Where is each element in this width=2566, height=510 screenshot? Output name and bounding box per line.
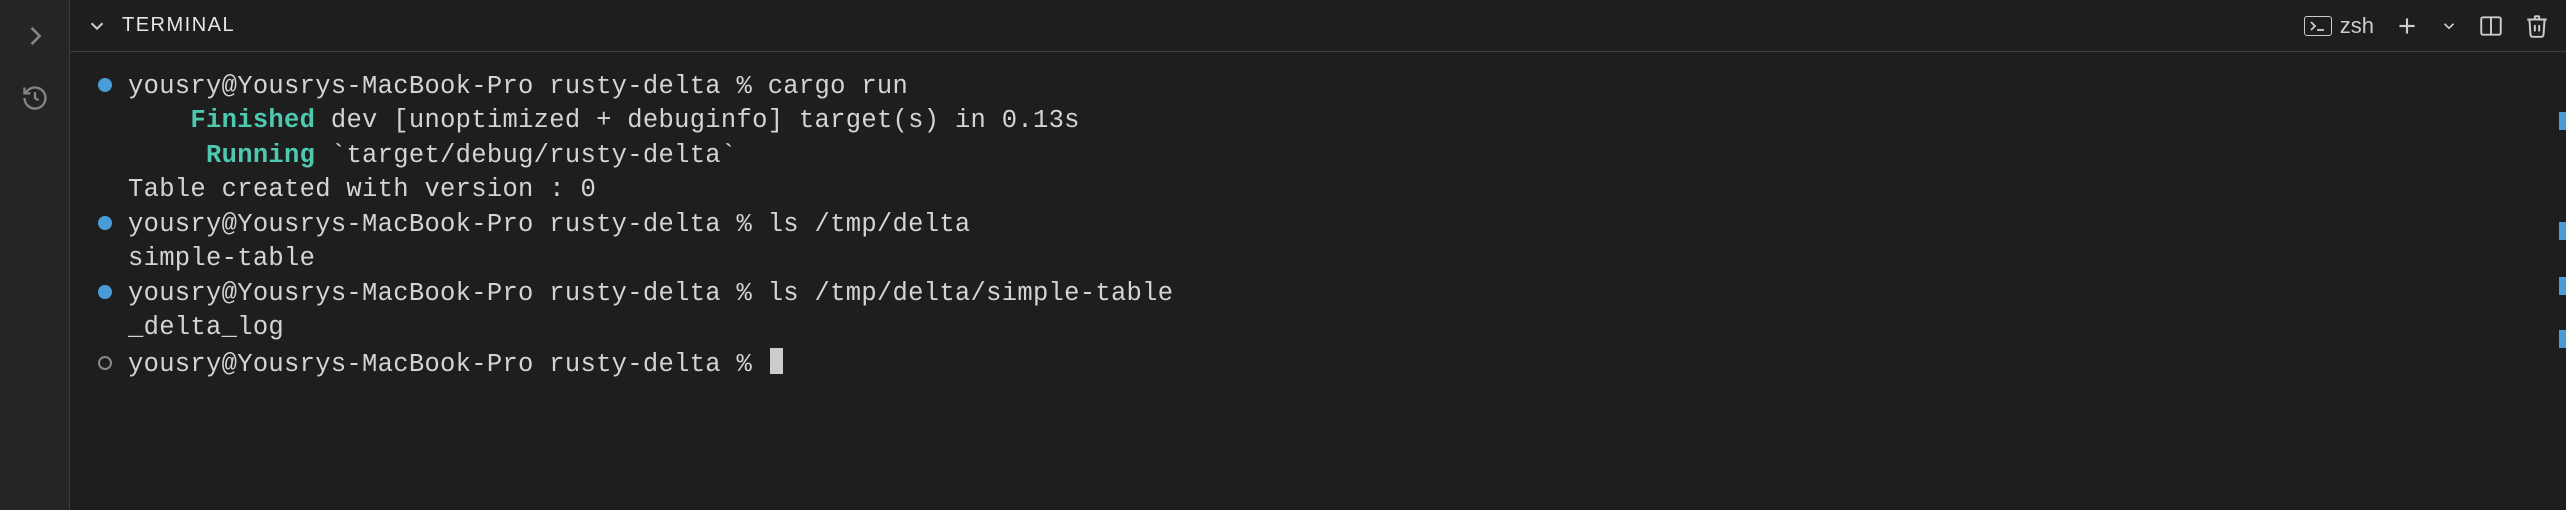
prompt-pending-icon: [98, 356, 112, 370]
chevron-down-icon[interactable]: [2440, 13, 2458, 39]
new-terminal-icon[interactable]: [2394, 13, 2420, 39]
overview-mark: [2559, 112, 2566, 130]
shell-selector[interactable]: zsh: [2304, 13, 2374, 39]
activity-gutter: [0, 0, 70, 510]
shell-name: zsh: [2340, 13, 2374, 39]
overview-mark: [2559, 330, 2566, 348]
terminal-text: `target/debug/rusty-delta`: [315, 139, 736, 173]
terminal-text: dev [unoptimized + debuginfo] target(s) …: [315, 104, 1080, 138]
terminal-text: simple-table: [128, 242, 315, 276]
trash-icon[interactable]: [2524, 13, 2550, 39]
overview-mark: [2559, 222, 2566, 240]
cursor-icon: [770, 348, 783, 374]
history-icon[interactable]: [19, 82, 51, 114]
terminal-line: yousry@Yousrys-MacBook-Pro rusty-delta %: [98, 345, 2538, 382]
terminal-text: yousry@Yousrys-MacBook-Pro rusty-delta %…: [128, 208, 971, 242]
terminal-line: Running `target/debug/rusty-delta`: [98, 139, 2538, 173]
terminal-line: _delta_log: [98, 311, 2538, 345]
panel-header: TERMINAL zsh: [70, 0, 2566, 52]
prompt-success-icon: [98, 216, 112, 230]
terminal-text: Table created with version : 0: [128, 173, 596, 207]
terminal-profile-icon: [2304, 16, 2332, 36]
terminal-text: yousry@Yousrys-MacBook-Pro rusty-delta %…: [128, 70, 908, 104]
terminal-text: yousry@Yousrys-MacBook-Pro rusty-delta %…: [128, 277, 1173, 311]
terminal-line: simple-table: [98, 242, 2538, 276]
terminal-line: yousry@Yousrys-MacBook-Pro rusty-delta %…: [98, 277, 2538, 311]
terminal-output[interactable]: yousry@Yousrys-MacBook-Pro rusty-delta %…: [70, 52, 2566, 510]
terminal-line: Finished dev [unoptimized + debuginfo] t…: [98, 104, 2538, 138]
terminal-text: Running: [206, 139, 315, 173]
terminal-line: Table created with version : 0: [98, 173, 2538, 207]
panel-title[interactable]: TERMINAL: [122, 14, 235, 37]
terminal-text: yousry@Yousrys-MacBook-Pro rusty-delta %: [128, 348, 768, 382]
split-terminal-icon[interactable]: [2478, 13, 2504, 39]
terminal-line: yousry@Yousrys-MacBook-Pro rusty-delta %…: [98, 70, 2538, 104]
terminal-text: _delta_log: [128, 311, 284, 345]
terminal-panel: TERMINAL zsh: [70, 0, 2566, 510]
terminal-text: Finished: [190, 104, 315, 138]
terminal-line: yousry@Yousrys-MacBook-Pro rusty-delta %…: [98, 208, 2538, 242]
overview-ruler: [2558, 52, 2566, 510]
collapse-chevron-icon[interactable]: [86, 15, 108, 37]
prompt-success-icon: [98, 285, 112, 299]
prompt-success-icon: [98, 78, 112, 92]
chevron-right-icon[interactable]: [19, 20, 51, 52]
overview-mark: [2559, 277, 2566, 295]
